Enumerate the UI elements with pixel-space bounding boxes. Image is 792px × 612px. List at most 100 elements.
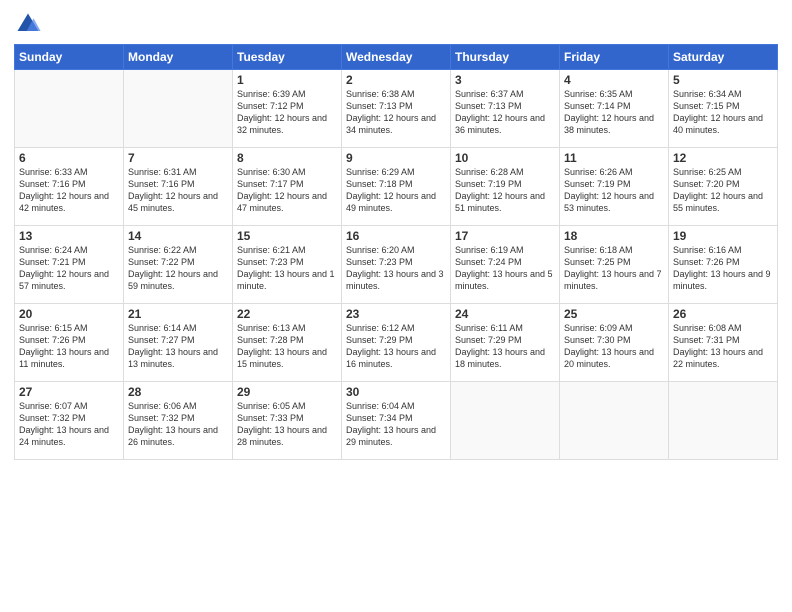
header xyxy=(14,10,778,38)
day-number: 29 xyxy=(237,385,337,399)
day-number: 27 xyxy=(19,385,119,399)
calendar-cell: 17Sunrise: 6:19 AM Sunset: 7:24 PM Dayli… xyxy=(451,226,560,304)
day-info: Sunrise: 6:05 AM Sunset: 7:33 PM Dayligh… xyxy=(237,400,337,449)
day-info: Sunrise: 6:39 AM Sunset: 7:12 PM Dayligh… xyxy=(237,88,337,137)
day-info: Sunrise: 6:13 AM Sunset: 7:28 PM Dayligh… xyxy=(237,322,337,371)
day-number: 26 xyxy=(673,307,773,321)
day-info: Sunrise: 6:08 AM Sunset: 7:31 PM Dayligh… xyxy=(673,322,773,371)
day-number: 30 xyxy=(346,385,446,399)
calendar-cell xyxy=(124,70,233,148)
day-number: 28 xyxy=(128,385,228,399)
day-info: Sunrise: 6:20 AM Sunset: 7:23 PM Dayligh… xyxy=(346,244,446,293)
calendar-cell xyxy=(560,382,669,460)
day-number: 23 xyxy=(346,307,446,321)
day-info: Sunrise: 6:21 AM Sunset: 7:23 PM Dayligh… xyxy=(237,244,337,293)
calendar-week-row: 27Sunrise: 6:07 AM Sunset: 7:32 PM Dayli… xyxy=(15,382,778,460)
calendar-cell xyxy=(451,382,560,460)
day-number: 18 xyxy=(564,229,664,243)
calendar-table: SundayMondayTuesdayWednesdayThursdayFrid… xyxy=(14,44,778,460)
calendar-cell: 24Sunrise: 6:11 AM Sunset: 7:29 PM Dayli… xyxy=(451,304,560,382)
weekday-header-sunday: Sunday xyxy=(15,45,124,70)
weekday-header-tuesday: Tuesday xyxy=(233,45,342,70)
calendar-cell: 21Sunrise: 6:14 AM Sunset: 7:27 PM Dayli… xyxy=(124,304,233,382)
weekday-header-wednesday: Wednesday xyxy=(342,45,451,70)
day-info: Sunrise: 6:28 AM Sunset: 7:19 PM Dayligh… xyxy=(455,166,555,215)
day-info: Sunrise: 6:16 AM Sunset: 7:26 PM Dayligh… xyxy=(673,244,773,293)
calendar-cell: 12Sunrise: 6:25 AM Sunset: 7:20 PM Dayli… xyxy=(669,148,778,226)
day-info: Sunrise: 6:24 AM Sunset: 7:21 PM Dayligh… xyxy=(19,244,119,293)
calendar-cell: 8Sunrise: 6:30 AM Sunset: 7:17 PM Daylig… xyxy=(233,148,342,226)
calendar-cell: 13Sunrise: 6:24 AM Sunset: 7:21 PM Dayli… xyxy=(15,226,124,304)
day-info: Sunrise: 6:04 AM Sunset: 7:34 PM Dayligh… xyxy=(346,400,446,449)
day-info: Sunrise: 6:19 AM Sunset: 7:24 PM Dayligh… xyxy=(455,244,555,293)
day-number: 4 xyxy=(564,73,664,87)
day-number: 14 xyxy=(128,229,228,243)
calendar-cell: 6Sunrise: 6:33 AM Sunset: 7:16 PM Daylig… xyxy=(15,148,124,226)
logo xyxy=(14,10,44,38)
calendar-cell: 28Sunrise: 6:06 AM Sunset: 7:32 PM Dayli… xyxy=(124,382,233,460)
weekday-header-monday: Monday xyxy=(124,45,233,70)
day-number: 7 xyxy=(128,151,228,165)
day-number: 12 xyxy=(673,151,773,165)
day-number: 25 xyxy=(564,307,664,321)
day-info: Sunrise: 6:34 AM Sunset: 7:15 PM Dayligh… xyxy=(673,88,773,137)
day-number: 9 xyxy=(346,151,446,165)
calendar-cell: 4Sunrise: 6:35 AM Sunset: 7:14 PM Daylig… xyxy=(560,70,669,148)
calendar-cell: 30Sunrise: 6:04 AM Sunset: 7:34 PM Dayli… xyxy=(342,382,451,460)
calendar-week-row: 13Sunrise: 6:24 AM Sunset: 7:21 PM Dayli… xyxy=(15,226,778,304)
day-number: 22 xyxy=(237,307,337,321)
day-number: 8 xyxy=(237,151,337,165)
day-number: 17 xyxy=(455,229,555,243)
day-info: Sunrise: 6:26 AM Sunset: 7:19 PM Dayligh… xyxy=(564,166,664,215)
day-number: 1 xyxy=(237,73,337,87)
day-number: 15 xyxy=(237,229,337,243)
calendar-cell: 10Sunrise: 6:28 AM Sunset: 7:19 PM Dayli… xyxy=(451,148,560,226)
day-number: 16 xyxy=(346,229,446,243)
calendar-week-row: 6Sunrise: 6:33 AM Sunset: 7:16 PM Daylig… xyxy=(15,148,778,226)
page: SundayMondayTuesdayWednesdayThursdayFrid… xyxy=(0,0,792,612)
day-number: 3 xyxy=(455,73,555,87)
day-number: 10 xyxy=(455,151,555,165)
calendar-cell: 16Sunrise: 6:20 AM Sunset: 7:23 PM Dayli… xyxy=(342,226,451,304)
day-number: 19 xyxy=(673,229,773,243)
calendar-cell: 2Sunrise: 6:38 AM Sunset: 7:13 PM Daylig… xyxy=(342,70,451,148)
calendar-cell: 14Sunrise: 6:22 AM Sunset: 7:22 PM Dayli… xyxy=(124,226,233,304)
day-info: Sunrise: 6:22 AM Sunset: 7:22 PM Dayligh… xyxy=(128,244,228,293)
weekday-header-saturday: Saturday xyxy=(669,45,778,70)
calendar-cell: 18Sunrise: 6:18 AM Sunset: 7:25 PM Dayli… xyxy=(560,226,669,304)
day-number: 5 xyxy=(673,73,773,87)
day-info: Sunrise: 6:31 AM Sunset: 7:16 PM Dayligh… xyxy=(128,166,228,215)
calendar-week-row: 1Sunrise: 6:39 AM Sunset: 7:12 PM Daylig… xyxy=(15,70,778,148)
day-info: Sunrise: 6:07 AM Sunset: 7:32 PM Dayligh… xyxy=(19,400,119,449)
calendar-cell: 5Sunrise: 6:34 AM Sunset: 7:15 PM Daylig… xyxy=(669,70,778,148)
day-info: Sunrise: 6:35 AM Sunset: 7:14 PM Dayligh… xyxy=(564,88,664,137)
calendar-cell: 9Sunrise: 6:29 AM Sunset: 7:18 PM Daylig… xyxy=(342,148,451,226)
day-info: Sunrise: 6:33 AM Sunset: 7:16 PM Dayligh… xyxy=(19,166,119,215)
day-info: Sunrise: 6:12 AM Sunset: 7:29 PM Dayligh… xyxy=(346,322,446,371)
calendar-cell: 22Sunrise: 6:13 AM Sunset: 7:28 PM Dayli… xyxy=(233,304,342,382)
day-info: Sunrise: 6:06 AM Sunset: 7:32 PM Dayligh… xyxy=(128,400,228,449)
day-number: 11 xyxy=(564,151,664,165)
calendar-cell xyxy=(669,382,778,460)
day-number: 2 xyxy=(346,73,446,87)
day-number: 6 xyxy=(19,151,119,165)
calendar-cell: 3Sunrise: 6:37 AM Sunset: 7:13 PM Daylig… xyxy=(451,70,560,148)
day-info: Sunrise: 6:11 AM Sunset: 7:29 PM Dayligh… xyxy=(455,322,555,371)
calendar-cell: 19Sunrise: 6:16 AM Sunset: 7:26 PM Dayli… xyxy=(669,226,778,304)
day-info: Sunrise: 6:29 AM Sunset: 7:18 PM Dayligh… xyxy=(346,166,446,215)
calendar-cell: 26Sunrise: 6:08 AM Sunset: 7:31 PM Dayli… xyxy=(669,304,778,382)
calendar-cell: 27Sunrise: 6:07 AM Sunset: 7:32 PM Dayli… xyxy=(15,382,124,460)
day-info: Sunrise: 6:38 AM Sunset: 7:13 PM Dayligh… xyxy=(346,88,446,137)
day-number: 20 xyxy=(19,307,119,321)
day-info: Sunrise: 6:18 AM Sunset: 7:25 PM Dayligh… xyxy=(564,244,664,293)
calendar-cell: 1Sunrise: 6:39 AM Sunset: 7:12 PM Daylig… xyxy=(233,70,342,148)
day-number: 21 xyxy=(128,307,228,321)
weekday-header-friday: Friday xyxy=(560,45,669,70)
day-number: 13 xyxy=(19,229,119,243)
weekday-header-thursday: Thursday xyxy=(451,45,560,70)
calendar-cell: 29Sunrise: 6:05 AM Sunset: 7:33 PM Dayli… xyxy=(233,382,342,460)
calendar-cell: 11Sunrise: 6:26 AM Sunset: 7:19 PM Dayli… xyxy=(560,148,669,226)
day-info: Sunrise: 6:14 AM Sunset: 7:27 PM Dayligh… xyxy=(128,322,228,371)
calendar-cell: 7Sunrise: 6:31 AM Sunset: 7:16 PM Daylig… xyxy=(124,148,233,226)
day-info: Sunrise: 6:25 AM Sunset: 7:20 PM Dayligh… xyxy=(673,166,773,215)
